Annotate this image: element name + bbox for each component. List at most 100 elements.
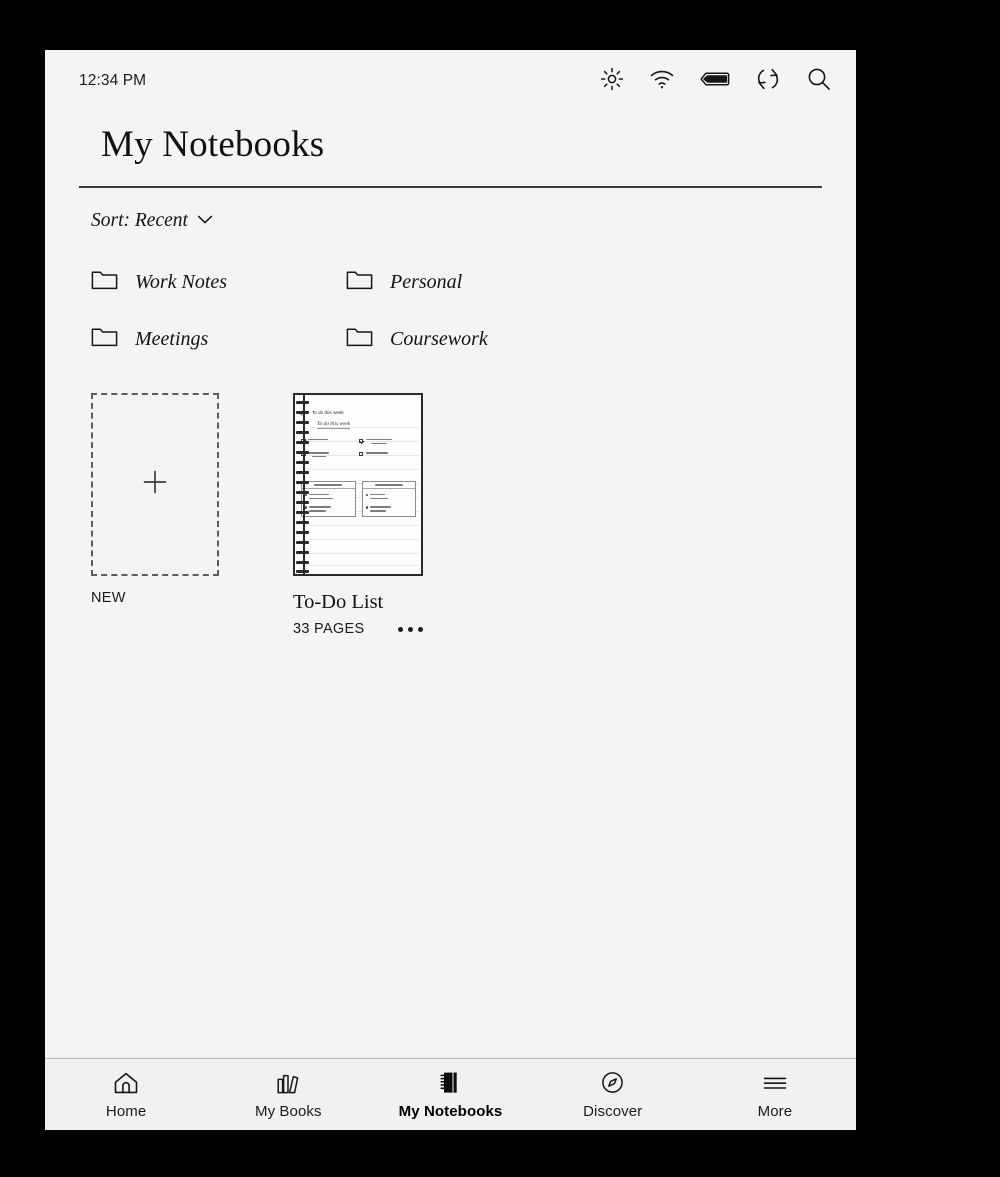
preview-bullet-item <box>365 493 413 499</box>
plus-icon <box>141 468 169 501</box>
preview-bullet-item <box>365 505 413 512</box>
handwriting-scribble <box>309 505 332 512</box>
handwriting-scribble <box>309 493 334 499</box>
folder-list: Work Notes Personal Meetings Coursework <box>79 254 822 368</box>
spiral-ring <box>296 561 309 564</box>
status-bar: 12:34 PM <box>45 50 856 112</box>
spiral-ring <box>296 441 309 444</box>
nav-label: Discover <box>583 1102 643 1120</box>
handwriting-scribble <box>314 484 343 486</box>
spiral-ring <box>296 431 309 434</box>
spiral-ring <box>296 501 309 504</box>
preview-box-header <box>302 482 355 489</box>
notebook-page-count: 33 PAGES <box>293 621 365 637</box>
folder-item-coursework[interactable]: Coursework <box>346 311 601 368</box>
page-header: My Notebooks <box>45 112 856 188</box>
preview-doc-title: To do this week <box>317 421 351 429</box>
preview-bullet-item <box>305 493 352 499</box>
nav-item-discover[interactable]: Discover <box>532 1059 694 1130</box>
sort-row: Sort: Recent <box>45 188 856 232</box>
more-options-icon[interactable] <box>398 623 424 636</box>
folder-icon <box>346 269 373 296</box>
nav-label: My Books <box>254 1102 322 1120</box>
spiral-ring <box>296 401 309 404</box>
preview-checklist-item <box>358 438 417 445</box>
preview-checklist <box>301 438 416 464</box>
spiral-ring <box>296 411 309 414</box>
bottom-navigation: Home My Books My Notebooks Discover More <box>45 1058 856 1130</box>
preview-header-text: To do this week <box>312 409 344 415</box>
notebook-grid: NEW To do this week To do this week To-D… <box>79 393 822 637</box>
search-icon[interactable] <box>806 66 832 97</box>
status-clock: 12:34 PM <box>79 72 147 89</box>
handwriting-scribble <box>365 451 388 457</box>
new-notebook-dropzone[interactable] <box>91 393 219 576</box>
handwriting-scribble <box>308 451 329 458</box>
device-screen: 12:34 PM My Notebooks Sort: Recent Work … <box>45 50 856 1130</box>
spiral-ring <box>296 570 309 573</box>
handwriting-scribble <box>369 505 391 512</box>
folder-icon <box>91 269 118 296</box>
preview-box <box>301 481 356 517</box>
wifi-icon[interactable] <box>649 68 675 95</box>
notebook-meta-row: 33 PAGES <box>293 621 424 637</box>
spiral-ring <box>296 461 309 464</box>
spiral-ring <box>296 541 309 544</box>
spiral-ring <box>296 481 309 484</box>
nav-label: Home <box>105 1102 147 1120</box>
bullet-icon <box>365 506 368 509</box>
home-icon <box>113 1070 139 1096</box>
nav-item-my-notebooks[interactable]: My Notebooks <box>369 1059 531 1130</box>
status-icon-group <box>600 66 832 97</box>
handwriting-scribble <box>374 484 403 486</box>
handwriting-scribble <box>369 493 388 499</box>
preview-box <box>361 481 416 517</box>
handwriting-scribble <box>308 438 328 444</box>
page-title: My Notebooks <box>101 124 325 165</box>
preview-checklist-item <box>358 451 417 457</box>
compass-icon <box>600 1070 625 1096</box>
folder-item-meetings[interactable]: Meetings <box>91 311 346 368</box>
preview-box-header <box>362 482 415 489</box>
notebook-thumbnail[interactable]: To do this week To do this week <box>293 393 423 576</box>
brightness-icon[interactable] <box>600 67 624 96</box>
new-notebook-label: NEW <box>91 590 126 606</box>
folder-icon <box>346 326 373 353</box>
handwriting-scribble <box>365 438 392 445</box>
folder-label: Coursework <box>390 328 488 350</box>
hamburger-icon <box>762 1070 788 1096</box>
sync-icon[interactable] <box>755 66 781 97</box>
sort-dropdown[interactable]: Sort: Recent <box>79 210 213 232</box>
spiral-ring <box>296 511 309 514</box>
battery-icon[interactable] <box>700 70 730 93</box>
spiral-ring <box>296 471 309 474</box>
books-icon <box>275 1070 301 1096</box>
notebook-title: To-Do List <box>293 591 384 613</box>
spiral-ring <box>296 521 309 524</box>
notebook-icon <box>439 1070 463 1096</box>
nav-item-my-books[interactable]: My Books <box>207 1059 369 1130</box>
checkbox-checked-icon <box>358 438 363 444</box>
nav-label: My Notebooks <box>398 1102 503 1120</box>
preview-checklist-item <box>301 438 359 444</box>
spiral-ring <box>296 531 309 534</box>
folder-label: Meetings <box>135 328 209 350</box>
nav-label: More <box>757 1102 793 1120</box>
folder-icon <box>91 326 118 353</box>
bullet-icon <box>305 493 308 496</box>
folder-item-work-notes[interactable]: Work Notes <box>91 254 346 311</box>
preview-box-body <box>363 489 416 512</box>
nav-item-more[interactable]: More <box>694 1059 856 1130</box>
folder-item-personal[interactable]: Personal <box>346 254 601 311</box>
spiral-ring <box>296 551 309 554</box>
nav-item-home[interactable]: Home <box>45 1059 207 1130</box>
bullet-icon <box>365 493 368 496</box>
notebook-card-to-do-list[interactable]: To do this week To do this week To-Do Li… <box>293 393 424 637</box>
spiral-ring <box>296 491 309 494</box>
spiral-ring <box>296 421 309 424</box>
new-notebook-card[interactable]: NEW <box>91 393 219 606</box>
checkbox-unchecked-icon <box>358 451 363 457</box>
preview-boxes <box>301 481 416 517</box>
spiral-ring <box>296 451 309 454</box>
